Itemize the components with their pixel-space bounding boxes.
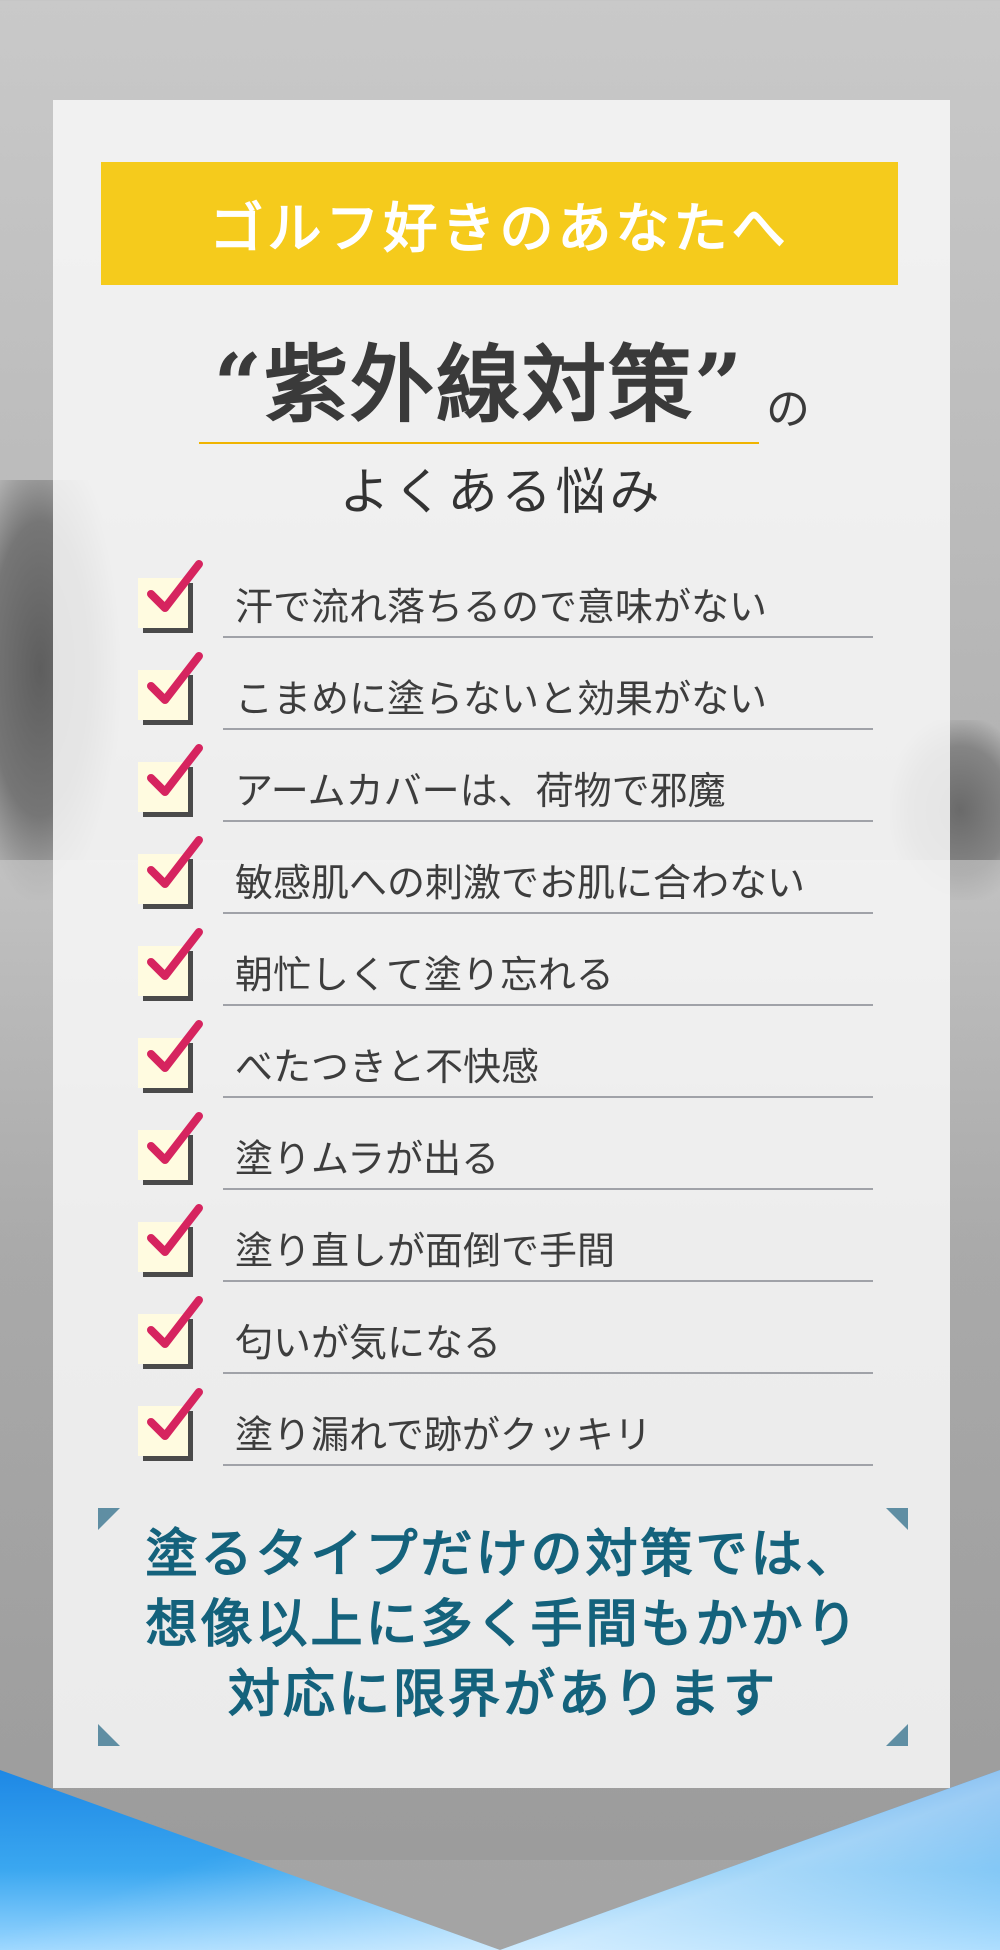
checkbox-check-icon	[147, 928, 203, 980]
content-card: ゴルフ好きのあなたへ “紫外線対策” の よくある悩み 汗で流れ落ちるので意味が…	[53, 100, 950, 1788]
checkbox-check-icon	[147, 836, 203, 888]
checklist-item-text: 塗りムラが出る	[235, 1137, 500, 1181]
checkbox-check-icon	[147, 1020, 203, 1072]
checklist-item: こまめに塗らないと効果がない	[53, 638, 950, 730]
subheading: よくある悩み	[339, 463, 664, 521]
checklist-item-text: 敏感肌への刺激でお肌に合わない	[235, 861, 806, 905]
checklist-item-text: べたつきと不快感	[235, 1045, 540, 1089]
intro-banner: ゴルフ好きのあなたへ	[101, 162, 898, 285]
checklist-item-text: こまめに塗らないと効果がない	[235, 677, 768, 721]
checklist-item: 塗り漏れで跡がクッキリ	[53, 1374, 950, 1466]
closing-line: 想像以上に多く手間もかかり	[145, 1594, 861, 1655]
closing-line: 対応に限界があります	[227, 1664, 778, 1725]
checklist-item-text: 朝忙しくて塗り忘れる	[235, 953, 614, 997]
checklist-item-text: アームカバーは、荷物で邪魔	[235, 769, 726, 813]
checkbox-check-icon	[147, 1112, 203, 1164]
headline-suffix: の	[766, 384, 810, 435]
headline: “紫外線対策” の	[53, 325, 950, 445]
checklist-item: べたつきと不快感	[53, 1006, 950, 1098]
banner-text: ゴルフ好きのあなたへ	[209, 197, 790, 260]
checkbox-check-icon	[147, 1296, 203, 1348]
checklist-item-text: 塗り直しが面倒で手間	[235, 1229, 616, 1273]
checklist-item: 汗で流れ落ちるので意味がない	[53, 546, 950, 638]
checkbox-check-icon	[147, 560, 203, 612]
checklist-item: 朝忙しくて塗り忘れる	[53, 914, 950, 1006]
checklist-item: 匂いが気になる	[53, 1282, 950, 1374]
checklist-item-text: 匂いが気になる	[235, 1321, 502, 1365]
checklist-item-text: 汗で流れ落ちるので意味がない	[235, 585, 768, 629]
closing-statement: 塗るタイプだけの対策では、 想像以上に多く手間もかかり 対応に限界があります	[98, 1508, 908, 1746]
closing-line: 塗るタイプだけの対策では、	[145, 1524, 861, 1585]
checkbox-check-icon	[147, 1388, 203, 1440]
checkbox-check-icon	[147, 744, 203, 796]
checklist-item-text: 塗り漏れで跡がクッキリ	[235, 1413, 652, 1457]
checkbox-check-icon	[147, 1204, 203, 1256]
checklist-item: 敏感肌への刺激でお肌に合わない	[53, 822, 950, 914]
checkbox-check-icon	[147, 652, 203, 704]
checklist-item: 塗りムラが出る	[53, 1098, 950, 1190]
headline-underline	[199, 442, 759, 444]
checklist-divider	[223, 1464, 873, 1466]
headline-main: “紫外線対策”	[213, 335, 745, 434]
checklist-item: アームカバーは、荷物で邪魔	[53, 730, 950, 822]
checklist-item: 塗り直しが面倒で手間	[53, 1190, 950, 1282]
closing-text: 塗るタイプだけの対策では、 想像以上に多く手間もかかり 対応に限界があります	[98, 1520, 908, 1730]
